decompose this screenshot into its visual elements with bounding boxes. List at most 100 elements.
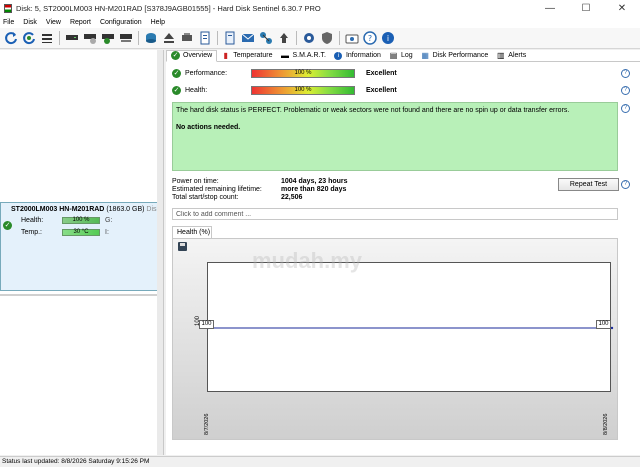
maximize-button[interactable]: ☐ [568,0,604,17]
tab-smart[interactable]: ▬ S.M.A.R.T. [276,50,329,62]
disk-card[interactable]: ✓ ST2000LM003 HN-M201RAD (1863.0 GB) Dis… [0,202,163,291]
menu-bar: File Disk View Report Configuration Help [0,17,640,28]
eject-icon[interactable] [160,30,177,47]
disk-temp-extra: I: [105,228,109,236]
tab-alerts[interactable]: ▥ Alerts [492,50,530,62]
toolbar-separator [296,31,297,45]
camera-icon[interactable] [343,30,360,47]
window-controls: — ☐ ✕ [532,0,640,17]
tab-smart-label: S.M.A.R.T. [292,52,326,59]
menu-configuration[interactable]: Configuration [97,19,148,26]
tab-information-label: Information [345,52,381,59]
end-value-tag: 100 [596,320,611,329]
x-tick-label-start: 8/7/2026 [204,413,210,435]
health-label: Health: [185,86,208,94]
performance-label: Performance: [185,69,228,77]
network-icon[interactable] [257,30,274,47]
log-icon: ▤ [389,51,398,60]
close-button[interactable]: ✕ [604,0,640,17]
list-icon[interactable] [38,30,55,47]
drive-settings-icon[interactable] [178,30,195,47]
performance-rating: Excellent [366,69,397,77]
performance-help-icon[interactable]: ? [621,69,630,78]
menu-view[interactable]: View [43,19,67,26]
tab-disk-performance[interactable]: ▦ Disk Performance [417,50,493,62]
tab-log-label: Log [400,52,413,59]
tab-overview-label: Overview [183,52,213,59]
refresh-icon[interactable] [2,30,19,47]
disk-temp-bar: 30 °C [62,228,100,236]
toolbar-separator [138,31,139,45]
disk-icon[interactable] [63,30,80,47]
disk-surface-icon[interactable] [117,30,134,47]
start-value-tag: 100 [199,320,214,329]
overview-panel: ✓ Overview ▮ Temperature ▬ S.M.A.R.T. i Info… [166,49,640,455]
tab-strip: ✓ Overview ▮ Temperature ▬ S.M.A.R.T. i Info… [166,49,640,62]
action-message: No actions needed. [176,124,241,131]
disk-health-bar: 100 % [62,216,100,224]
window-title: Disk: 5, ST2000LM003 HN-M201RAD [S378J9A… [16,4,321,13]
upload-icon[interactable] [275,30,292,47]
tab-temperature[interactable]: ▮ Temperature [217,50,276,62]
help-icon[interactable]: ? [361,30,378,47]
info-icon[interactable]: i [379,30,396,47]
tab-overview[interactable]: ✓ Overview [166,49,218,62]
save-icon[interactable] [178,242,187,251]
minimize-button[interactable]: — [532,0,568,17]
health-row: ✓ Health: 100 % Excellent [172,84,397,96]
status-message: The hard disk status is PERFECT. Problem… [176,107,570,114]
performance-ok-icon: ✓ [172,68,181,78]
menu-disk[interactable]: Disk [20,19,43,26]
smart-icon: ▬ [280,51,289,60]
disk-list-panel: ✓ ST2000LM003 HN-M201RAD (1863.0 GB) Dis… [0,50,164,455]
performance-bar: 100 % [251,68,355,78]
disk-size: (1863.0 GB) [106,206,145,213]
start-stop-row: Total start/stop count: 22,506 [172,194,302,201]
tab-log[interactable]: ▤ Log [385,50,417,62]
tab-information[interactable]: i Information [330,50,385,62]
repeat-test-button[interactable]: Repeat Test [558,178,619,191]
status-ok-icon: ✓ [3,221,12,230]
disk-temp-label: Temp.: [21,228,43,236]
shield-icon[interactable] [318,30,335,47]
tab-health-chart[interactable]: Health (%) [172,226,212,238]
disk-health-extra: G: [105,216,113,224]
disk-health-label: Health: [21,216,44,224]
health-help-icon[interactable]: ? [621,86,630,95]
document-icon[interactable] [196,30,213,47]
left-scrollbar[interactable] [157,50,163,455]
performance-icon: ▦ [421,51,429,60]
menu-file[interactable]: File [0,19,20,26]
disk-check-icon[interactable] [99,30,116,47]
disk-test-icon[interactable] [81,30,98,47]
title-bar: Disk: 5, ST2000LM003 HN-M201RAD [S378J9A… [0,0,640,17]
svg-text:i: i [386,34,388,43]
status-message-box: The hard disk status is PERFECT. Problem… [172,102,618,171]
menu-report[interactable]: Report [67,19,97,26]
app-icon [4,4,12,13]
info-small-icon: i [334,51,343,60]
repeat-test-help-icon[interactable]: ? [621,180,630,189]
alerts-icon: ▥ [497,51,505,60]
refresh-all-icon[interactable] [20,30,37,47]
drive-icon[interactable] [142,30,159,47]
menu-help[interactable]: Help [148,19,171,26]
start-stop-label: Total start/stop count: [172,194,239,201]
panel-divider[interactable] [0,294,163,296]
remaining-lifetime-value: more than 820 days [281,186,347,193]
health-chart-area: 100 100 100 8/7/2026 8/8/2026 [172,238,618,440]
svg-text:?: ? [367,34,371,43]
power-on-value: 1004 days, 23 hours [281,178,348,185]
message-help-icon[interactable]: ? [621,104,630,113]
performance-row: ✓ Performance: 100 % Excellent [172,67,397,79]
mail-icon[interactable] [239,30,256,47]
toolbar-separator [59,31,60,45]
tab-alerts-label: Alerts [508,52,527,59]
toolbar: ? i [0,28,640,49]
status-bar: Status last updated: 8/8/2026 Saturday 9… [0,456,640,467]
tab-temperature-label: Temperature [233,52,273,59]
health-rating: Excellent [366,86,397,94]
report-icon[interactable] [221,30,238,47]
comment-input[interactable] [172,208,618,220]
gear-icon[interactable] [300,30,317,47]
